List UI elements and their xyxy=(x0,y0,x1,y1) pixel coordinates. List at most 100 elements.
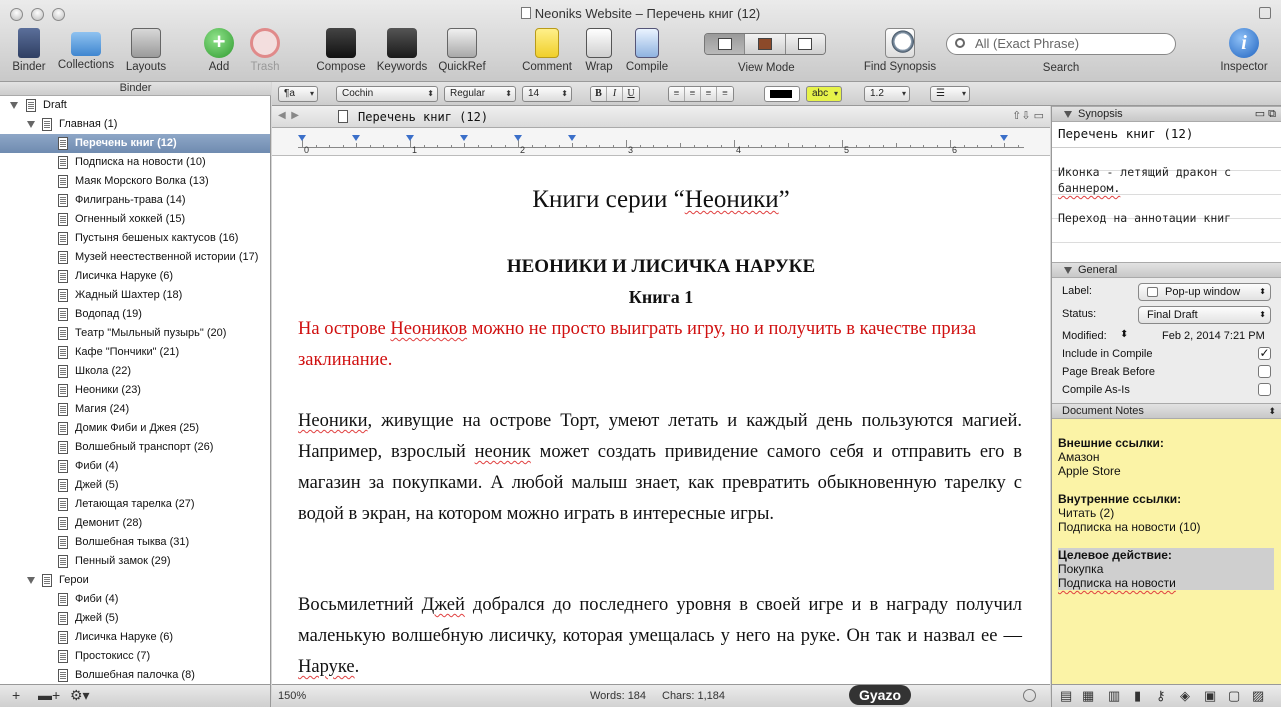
text-color-well[interactable] xyxy=(764,86,800,102)
document-notes[interactable]: Внешние ссылки: Амазон Apple Store Внутр… xyxy=(1052,419,1281,684)
underline-button[interactable]: U xyxy=(623,87,639,101)
tab-stop-marker[interactable] xyxy=(568,135,576,141)
align-justify-icon[interactable]: ≡ xyxy=(717,87,733,101)
view-mode-corkboard[interactable] xyxy=(745,34,786,54)
tag-icon[interactable]: ◈ xyxy=(1180,688,1190,704)
binder-item[interactable]: Демонит (28) xyxy=(0,514,270,533)
compile-button[interactable]: Compile xyxy=(622,28,672,73)
view-mode-outliner[interactable] xyxy=(785,34,825,54)
disclosure-triangle-icon[interactable] xyxy=(27,577,35,584)
bookmarks-tab-icon[interactable]: ▥ xyxy=(1108,688,1120,704)
gyazo-badge[interactable]: Gyazo xyxy=(849,685,911,705)
disclosure-triangle-icon[interactable] xyxy=(1064,267,1072,274)
align-right-icon[interactable]: ≡ xyxy=(701,87,717,101)
binder-item[interactable]: Школа (22) xyxy=(0,362,270,381)
collections-button[interactable]: Collections xyxy=(54,28,118,71)
label-select[interactable]: Pop-up window ⬍ xyxy=(1138,283,1271,301)
align-left-icon[interactable]: ≡ xyxy=(669,87,685,101)
binder-item[interactable]: Волшебная палочка (8) xyxy=(0,666,270,684)
editor-page[interactable]: Книги серии “Неоники” НЕОНИКИ И ЛИСИЧКА … xyxy=(272,156,1050,684)
binder-item[interactable]: Водопад (19) xyxy=(0,305,270,324)
quickref-button[interactable]: QuickRef xyxy=(436,28,488,73)
align-center-icon[interactable]: ≡ xyxy=(685,87,701,101)
binder-item[interactable]: Фиби (4) xyxy=(0,590,270,609)
binder-item[interactable]: Пенный замок (29) xyxy=(0,552,270,571)
add-item-icon[interactable]: + xyxy=(12,687,20,703)
chevron-updown-icon[interactable]: ⬍ xyxy=(1268,404,1276,418)
include-compile-checkbox[interactable]: ✓ xyxy=(1258,347,1271,360)
binder-item[interactable]: Лисичка Наруке (6) xyxy=(0,628,270,647)
synopsis-mode-icon[interactable]: ▭ ⧉ xyxy=(1255,107,1276,121)
compile-as-is-checkbox[interactable] xyxy=(1258,383,1271,396)
notes-tab-icon[interactable]: ▤ xyxy=(1060,688,1072,704)
binder-item[interactable]: Подписка на новости (10) xyxy=(0,153,270,172)
footnotes-icon[interactable]: ▨ xyxy=(1252,688,1264,704)
add-button[interactable]: + Add xyxy=(200,28,238,73)
tab-stop-marker[interactable] xyxy=(406,135,414,141)
right-margin-marker[interactable] xyxy=(1000,135,1008,141)
disclosure-triangle-icon[interactable] xyxy=(10,102,18,109)
compose-button[interactable]: Compose xyxy=(314,28,368,73)
italic-button[interactable]: I xyxy=(607,87,623,101)
binder-item[interactable]: Неоники (23) xyxy=(0,381,270,400)
key-icon[interactable]: ⚷ xyxy=(1156,688,1166,704)
synopsis-header[interactable]: Synopsis ▭ ⧉ xyxy=(1052,106,1281,122)
binder-item[interactable]: Музей неестественной истории (17) xyxy=(0,248,270,267)
binder-item[interactable]: Огненный хоккей (15) xyxy=(0,210,270,229)
binder-button[interactable]: Binder xyxy=(10,28,48,73)
binder-item[interactable]: Фиби (4) xyxy=(0,457,270,476)
view-mode-selector[interactable] xyxy=(704,33,826,55)
comment-button[interactable]: Comment xyxy=(518,28,576,73)
binder-item[interactable]: Магия (24) xyxy=(0,400,270,419)
wrap-button[interactable]: Wrap xyxy=(582,28,616,73)
references-tab-icon[interactable]: ▦ xyxy=(1082,688,1094,704)
tab-stop-marker[interactable] xyxy=(352,135,360,141)
snapshots-icon[interactable]: ▣ xyxy=(1204,688,1216,704)
synopsis-box[interactable]: Перечень книг (12) Иконка - летящий драк… xyxy=(1052,122,1281,262)
general-header[interactable]: General xyxy=(1052,262,1281,278)
line-spacing-select[interactable]: 1.2 ▾ xyxy=(864,86,910,102)
binder-item[interactable]: Волшебный транспорт (26) xyxy=(0,438,270,457)
gear-icon[interactable]: ⚙▾ xyxy=(70,687,90,704)
font-size-select[interactable]: 14 ⬍ xyxy=(522,86,572,102)
target-icon[interactable] xyxy=(1023,689,1036,702)
zoom-select[interactable]: 150% xyxy=(278,690,306,702)
comments-icon[interactable]: ▢ xyxy=(1228,688,1240,704)
binder-item[interactable]: Джей (5) xyxy=(0,609,270,628)
history-arrows-icon[interactable]: ◀ ▶ xyxy=(278,110,299,121)
status-select[interactable]: Final Draft ⬍ xyxy=(1138,306,1271,324)
binder-item[interactable]: Лисичка Наруке (6) xyxy=(0,267,270,286)
tab-stop-marker[interactable] xyxy=(514,135,522,141)
view-mode-document[interactable] xyxy=(705,34,746,54)
binder-item[interactable]: Пустыня бешеных кактусов (16) xyxy=(0,229,270,248)
disclosure-triangle-icon[interactable] xyxy=(1064,111,1072,118)
add-folder-icon[interactable]: ▬+ xyxy=(38,687,60,703)
find-synopsis-button[interactable]: Find Synopsis xyxy=(862,28,938,73)
ruler[interactable]: 0 1 2 3 4 5 6 xyxy=(272,128,1050,156)
trash-button[interactable]: Trash xyxy=(246,28,284,73)
binder-item[interactable]: Перечень книг (12) xyxy=(0,134,270,153)
synopsis-title[interactable]: Перечень книг (12) xyxy=(1058,126,1193,141)
list-style-select[interactable]: ☰ ▾ xyxy=(930,86,970,102)
paragraph-style-select[interactable]: ¶a ▾ xyxy=(278,86,318,102)
binder-item[interactable]: Филигрань-трава (14) xyxy=(0,191,270,210)
font-weight-select[interactable]: Regular ⬍ xyxy=(444,86,516,102)
binder-draft[interactable]: Draft xyxy=(0,96,270,115)
book-icon[interactable]: ▮ xyxy=(1134,688,1141,704)
binder-heroes-folder[interactable]: Герои xyxy=(0,571,270,590)
modified-toggle-icon[interactable]: ⬍ xyxy=(1120,329,1128,340)
binder-item[interactable]: Маяк Морского Волка (13) xyxy=(0,172,270,191)
binder-item[interactable]: Театр "Мыльный пузырь" (20) xyxy=(0,324,270,343)
synopsis-text[interactable]: Иконка - летящий дракон с баннером. Пере… xyxy=(1058,164,1231,226)
fullscreen-button[interactable] xyxy=(1259,7,1271,19)
document-notes-header[interactable]: Document Notes ⬍ xyxy=(1052,403,1281,419)
binder-item[interactable]: Домик Фиби и Джея (25) xyxy=(0,419,270,438)
binder-item[interactable]: Простокисс (7) xyxy=(0,647,270,666)
bold-button[interactable]: B xyxy=(591,87,607,101)
page-break-checkbox[interactable] xyxy=(1258,365,1271,378)
binder-main-folder[interactable]: Главная (1) xyxy=(0,115,270,134)
binder-item[interactable]: Жадный Шахтер (18) xyxy=(0,286,270,305)
tab-stop-marker[interactable] xyxy=(460,135,468,141)
editor-split-controls-icon[interactable]: ⇧⇩ ▭ xyxy=(1012,109,1044,122)
disclosure-triangle-icon[interactable] xyxy=(27,121,35,128)
